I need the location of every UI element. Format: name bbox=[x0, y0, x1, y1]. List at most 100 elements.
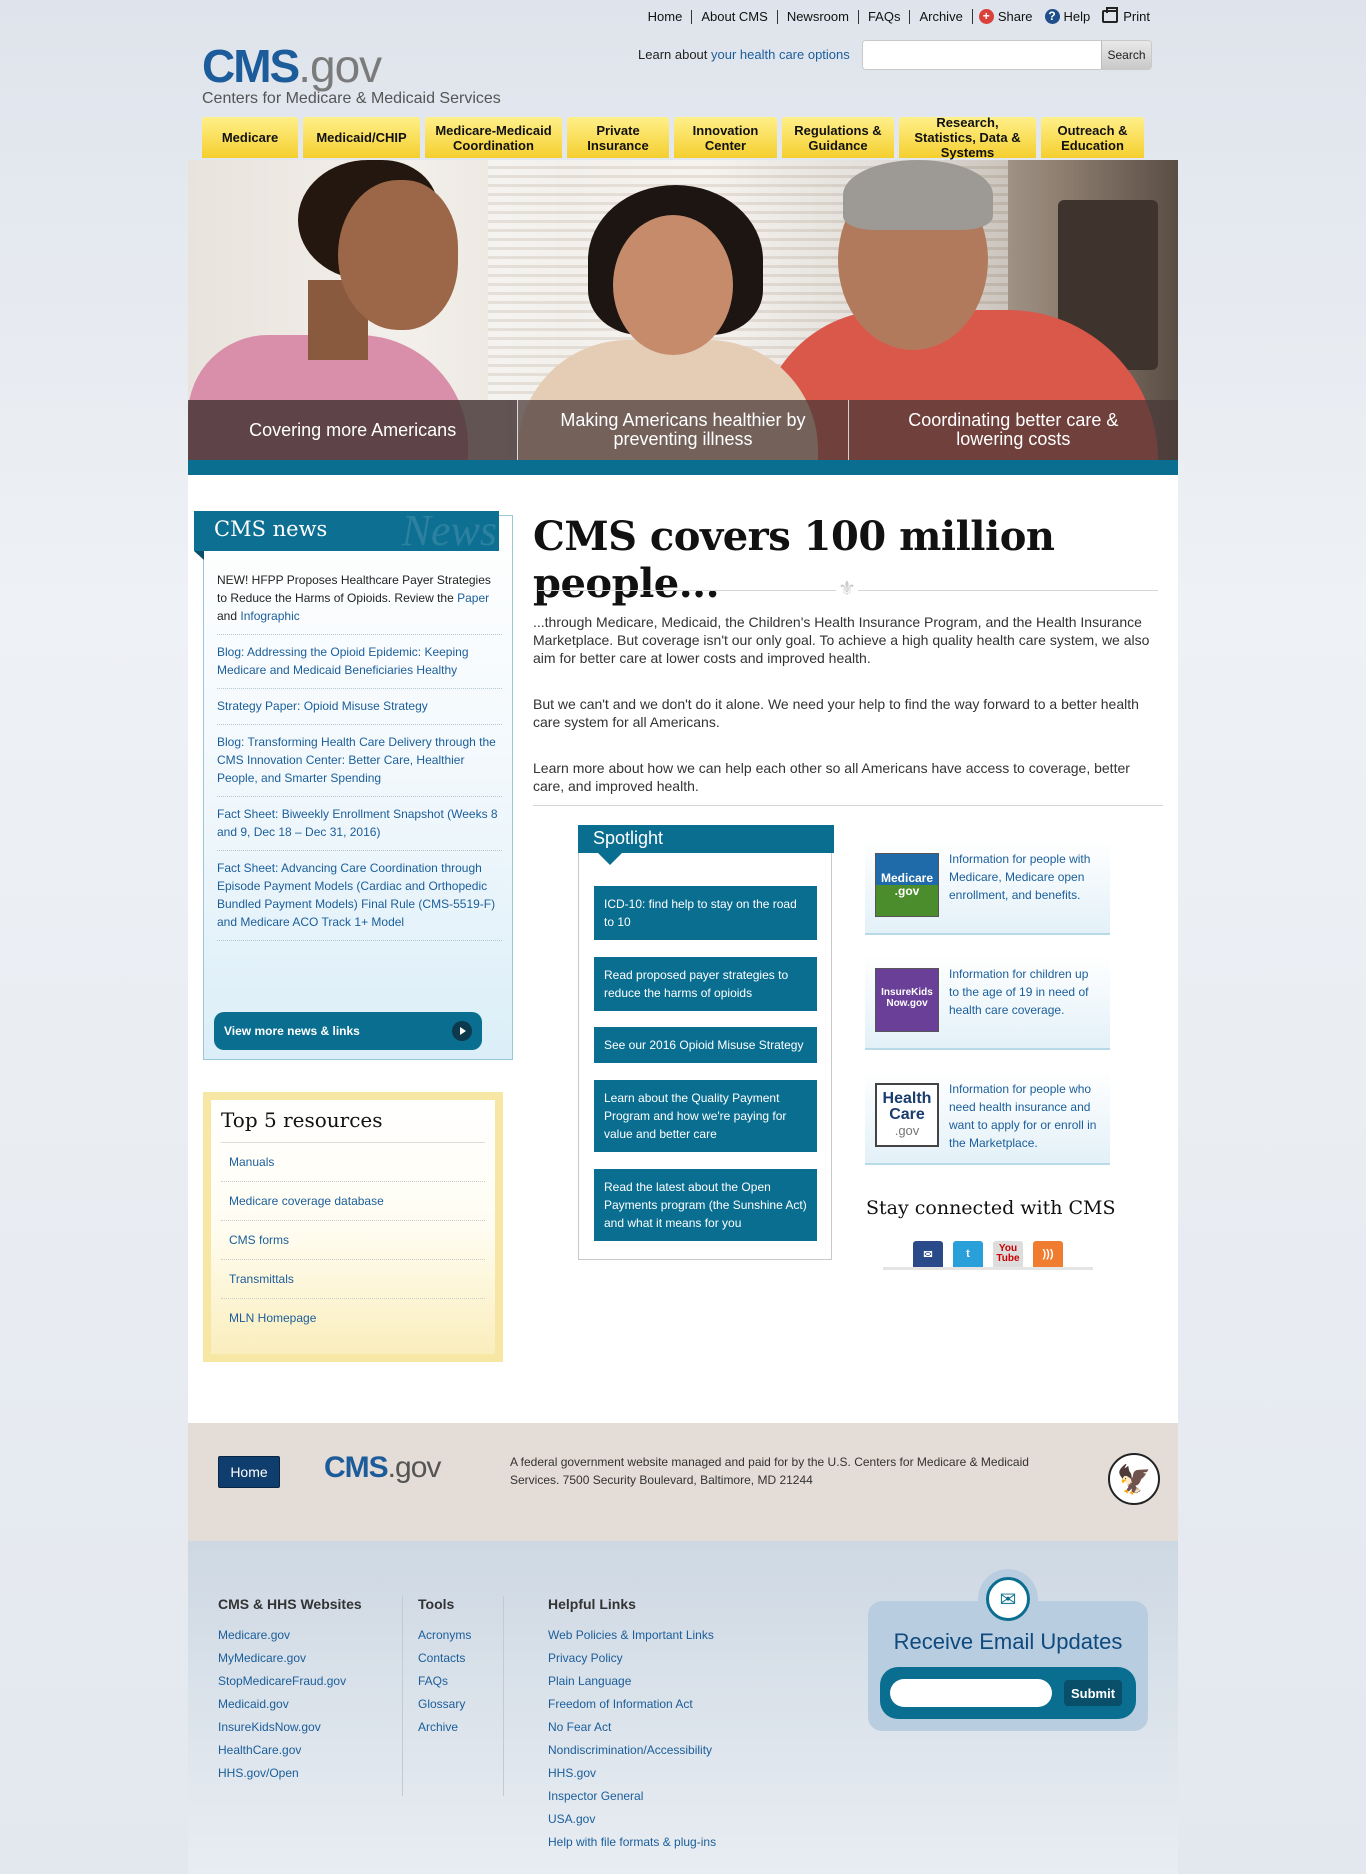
view-more-news-button[interactable]: View more news & links bbox=[214, 1012, 482, 1050]
news-item: NEW! HFPP Proposes Healthcare Payer Stra… bbox=[217, 571, 502, 635]
resource-link-forms[interactable]: CMS forms bbox=[221, 1221, 485, 1260]
resource-link-coverage-database[interactable]: Medicare coverage database bbox=[221, 1182, 485, 1221]
news-watermark: News bbox=[401, 506, 497, 555]
footer-link[interactable]: HealthCare.gov bbox=[218, 1739, 362, 1762]
news-infographic-link[interactable]: Infographic bbox=[240, 609, 299, 623]
spotlight-link[interactable]: See our 2016 Opioid Misuse Strategy bbox=[594, 1027, 817, 1063]
hero-tab-healthier[interactable]: Making Americans healthier by preventing… bbox=[517, 400, 847, 460]
hero-tab-covering[interactable]: Covering more Americans bbox=[188, 400, 518, 460]
news-item[interactable]: Fact Sheet: Biweekly Enrollment Snapshot… bbox=[217, 797, 502, 851]
utility-nav: Home About CMS Newsroom FAQs Archive + S… bbox=[639, 7, 1156, 24]
print-button[interactable]: Print bbox=[1096, 7, 1156, 24]
nav-research-statistics[interactable]: Research, Statistics, Data & Systems bbox=[899, 115, 1036, 160]
resource-link-transmittals[interactable]: Transmittals bbox=[221, 1260, 485, 1299]
spotlight-link[interactable]: Learn about the Quality Payment Program … bbox=[594, 1080, 817, 1152]
healthcare-gov-card[interactable]: Health Care .gov Information for people w… bbox=[865, 1070, 1110, 1165]
footer-identity: Home CMS.gov A federal government websit… bbox=[188, 1423, 1178, 1541]
footer-link[interactable]: Help with file formats & plug-ins bbox=[548, 1831, 716, 1854]
footer-link[interactable]: Archive bbox=[418, 1716, 471, 1739]
footer-link[interactable]: Freedom of Information Act bbox=[548, 1693, 716, 1716]
footer-link[interactable]: Acronyms bbox=[418, 1624, 471, 1647]
news-item[interactable]: Fact Sheet: Advancing Care Coordination … bbox=[217, 851, 502, 941]
twitter-icon[interactable]: t bbox=[953, 1241, 983, 1267]
spotlight-title: Spotlight bbox=[578, 825, 834, 865]
health-care-options-link[interactable]: your health care options bbox=[711, 47, 850, 62]
footer-link[interactable]: Inspector General bbox=[548, 1785, 716, 1808]
spotlight-link[interactable]: Read proposed payer strategies to reduce… bbox=[594, 957, 817, 1011]
cms-logo[interactable]: CMS.gov Centers for Medicare & Medicaid … bbox=[202, 43, 501, 108]
footer-link[interactable]: HHS.gov bbox=[548, 1762, 716, 1785]
content-area: CMS news News NEW! HFPP Proposes Healthc… bbox=[188, 475, 1178, 1423]
footer-link[interactable]: MyMedicare.gov bbox=[218, 1647, 362, 1670]
section-divider bbox=[533, 805, 1163, 806]
footer-link[interactable]: Glossary bbox=[418, 1693, 471, 1716]
email-icon[interactable]: ✉ bbox=[913, 1241, 943, 1267]
nav-medicare-medicaid-coordination[interactable]: Medicare-Medicaid Coordination bbox=[425, 117, 562, 158]
footer-link[interactable]: Contacts bbox=[418, 1647, 471, 1670]
footer-link[interactable]: Nondiscrimination/Accessibility bbox=[548, 1739, 716, 1762]
printer-icon bbox=[1102, 7, 1119, 23]
search-input[interactable] bbox=[863, 41, 1101, 69]
spotlight-panel: Spotlight ICD-10: find help to stay on t… bbox=[578, 825, 834, 1260]
medicare-gov-card[interactable]: Medicare .gov Information for people with… bbox=[865, 840, 1110, 935]
utility-link-archive[interactable]: Archive bbox=[909, 9, 971, 24]
footer-link[interactable]: Medicare.gov bbox=[218, 1624, 362, 1647]
footer-home-button[interactable]: Home bbox=[218, 1456, 280, 1488]
search-button[interactable]: Search bbox=[1101, 41, 1151, 69]
rss-icon[interactable]: ))) bbox=[1033, 1241, 1063, 1267]
nav-innovation-center[interactable]: Innovation Center bbox=[674, 117, 777, 158]
footer-link[interactable]: USA.gov bbox=[548, 1808, 716, 1831]
nav-outreach-education[interactable]: Outreach & Education bbox=[1041, 117, 1144, 158]
spotlight-link[interactable]: Read the latest about the Open Payments … bbox=[594, 1169, 817, 1241]
nav-private-insurance[interactable]: Private Insurance bbox=[567, 117, 669, 158]
spotlight-link[interactable]: ICD-10: find help to stay on the road to… bbox=[594, 886, 817, 940]
stay-connected-title: Stay connected with CMS bbox=[866, 1197, 1116, 1219]
intro-paragraph: ...through Medicare, Medicaid, the Child… bbox=[533, 614, 1150, 666]
nav-regulations-guidance[interactable]: Regulations & Guidance bbox=[782, 117, 894, 158]
utility-link-home[interactable]: Home bbox=[639, 9, 692, 24]
footer-link[interactable]: StopMedicareFraud.gov bbox=[218, 1670, 362, 1693]
hero-tab-coordinating[interactable]: Coordinating better care & lowering cost… bbox=[847, 400, 1178, 460]
footer-link[interactable]: HHS.gov/Open bbox=[218, 1762, 362, 1785]
footer-link[interactable]: Medicaid.gov bbox=[218, 1693, 362, 1716]
news-item[interactable]: Blog: Addressing the Opioid Epidemic: Ke… bbox=[217, 635, 502, 689]
news-paper-link[interactable]: Paper bbox=[457, 591, 489, 605]
footer-column-helpful: Helpful Links Web Policies & Important L… bbox=[548, 1596, 716, 1854]
utility-link-newsroom[interactable]: Newsroom bbox=[776, 9, 858, 24]
healthcare-gov-logo: Health Care .gov bbox=[875, 1083, 939, 1147]
share-button[interactable]: + Share bbox=[971, 9, 1039, 24]
email-signup-form: Submit bbox=[880, 1667, 1136, 1719]
youtube-icon[interactable]: You Tube bbox=[993, 1241, 1023, 1267]
news-item[interactable]: Strategy Paper: Opioid Misuse Strategy bbox=[217, 689, 502, 725]
footer-cms-logo[interactable]: CMS.gov bbox=[324, 1451, 441, 1485]
intro-paragraph: But we can't and we don't do it alone. W… bbox=[533, 696, 1139, 730]
view-more-news-label: View more news & links bbox=[224, 1024, 360, 1038]
email-submit-button[interactable]: Submit bbox=[1064, 1680, 1122, 1706]
resource-link-manuals[interactable]: Manuals bbox=[221, 1143, 485, 1182]
utility-link-faqs[interactable]: FAQs bbox=[857, 9, 910, 24]
footer-link[interactable]: InsureKidsNow.gov bbox=[218, 1716, 362, 1739]
news-item[interactable]: Blog: Transforming Health Care Delivery … bbox=[217, 725, 502, 797]
footer-link[interactable]: No Fear Act bbox=[548, 1716, 716, 1739]
page: Home About CMS Newsroom FAQs Archive + S… bbox=[188, 0, 1178, 1874]
insurekidsnow-description: Information for children up to the age o… bbox=[949, 967, 1089, 1017]
print-label: Print bbox=[1123, 9, 1150, 24]
footer-link[interactable]: Plain Language bbox=[548, 1670, 716, 1693]
footer-link[interactable]: Privacy Policy bbox=[548, 1647, 716, 1670]
footer-links: CMS & HHS Websites Medicare.gov MyMedica… bbox=[188, 1541, 1178, 1874]
nav-medicaid-chip[interactable]: Medicaid/CHIP bbox=[303, 117, 420, 158]
news-list: NEW! HFPP Proposes Healthcare Payer Stra… bbox=[217, 571, 502, 941]
utility-link-about[interactable]: About CMS bbox=[691, 9, 776, 24]
header: Home About CMS Newsroom FAQs Archive + S… bbox=[188, 0, 1178, 160]
footer-link[interactable]: FAQs bbox=[418, 1670, 471, 1693]
footer-link[interactable]: Web Policies & Important Links bbox=[548, 1624, 716, 1647]
insurekidsnow-card[interactable]: InsureKids Now.gov Information for childr… bbox=[865, 955, 1110, 1050]
email-field[interactable] bbox=[890, 1679, 1052, 1707]
footer-column-websites: CMS & HHS Websites Medicare.gov MyMedica… bbox=[218, 1596, 362, 1785]
nav-medicare[interactable]: Medicare bbox=[202, 117, 298, 158]
main-nav: Medicare Medicaid/CHIP Medicare-Medicaid… bbox=[202, 115, 1144, 160]
help-label: Help bbox=[1063, 9, 1091, 24]
top-5-resources: Top 5 resources Manuals Medicare coverag… bbox=[203, 1092, 503, 1362]
resource-link-mln[interactable]: MLN Homepage bbox=[221, 1299, 485, 1337]
help-button[interactable]: ? Help bbox=[1039, 9, 1097, 24]
